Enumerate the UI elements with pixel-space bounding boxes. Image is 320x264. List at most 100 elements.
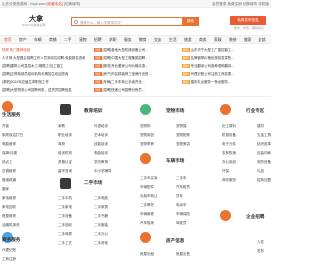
category-link[interactable]: 培训机构 [58, 151, 72, 156]
search-bar[interactable]: 搜索什么，输入关键词试试! 搜索 [71, 17, 199, 26]
nav-item[interactable]: 交友 [154, 38, 162, 43]
category-link[interactable]: 钟点工 [2, 160, 13, 165]
news-link[interactable]: [招聘]建筑公司急招木工/钢筋工/瓦工普工 [2, 63, 63, 70]
switch-city-link[interactable]: [切换城市] [64, 2, 80, 6]
section-title-trade[interactable]: 行业专区 [246, 108, 264, 114]
category-link[interactable]: 车辆维修 [140, 212, 154, 217]
category-link[interactable]: 二手家具 [94, 205, 108, 210]
category-link[interactable]: 电脑维修 [2, 142, 16, 147]
section-title-edu[interactable]: 教育培训 [84, 108, 102, 114]
category-link[interactable]: 空调维修 [2, 169, 16, 174]
section-title-life[interactable]: 生活服务 [2, 112, 20, 118]
nav-item[interactable]: 服务 [124, 38, 132, 43]
category-link[interactable]: 电脑培训 [94, 151, 108, 156]
category-link[interactable]: 包装印刷 [257, 151, 271, 156]
nav-item[interactable]: 教育 [139, 38, 147, 43]
news-link[interactable]: 顶置 [招聘]快递公司招聘分拣员... [94, 87, 180, 94]
section-title-corp[interactable]: 企业招聘 [246, 214, 264, 220]
category-link[interactable]: 电子元件 [222, 142, 236, 147]
category-link[interactable]: 家电回收 [2, 205, 16, 210]
news-link[interactable]: 顶置 [车辆]二手车转让手续齐全... [94, 79, 180, 86]
category-link[interactable]: 油烟机清洗 [2, 223, 20, 228]
category-link[interactable]: 环保 [222, 169, 229, 174]
news-link[interactable]: 推荐 婚庆礼仪服务一条龙服务... [182, 79, 268, 86]
category-link[interactable]: 礼品 [257, 169, 264, 174]
category-link[interactable]: 二手母婴 [58, 232, 72, 237]
category-link[interactable]: 工商注册 [2, 257, 16, 262]
nav-item[interactable]: 家政 [214, 38, 222, 43]
category-link[interactable]: 五金工具 [257, 133, 271, 138]
section-title-used[interactable]: 二手市场 [84, 180, 102, 186]
news-link[interactable]: 人才网:大型国企招聘工作人员多岗位招聘-免费报名咨询 [2, 55, 85, 62]
category-link[interactable]: 二手其他 [94, 241, 108, 246]
category-link[interactable]: 宠物猫 [176, 124, 187, 129]
section-title-biz[interactable]: 商务服务 [2, 237, 20, 243]
news-link[interactable]: 推荐 山东济宁大型工厂直招普工... [182, 47, 268, 54]
news-link[interactable]: [招聘]大型物流公司招聘司机、送货员招聘信息 [2, 87, 72, 94]
category-link[interactable]: 纺织皮革 [257, 142, 271, 147]
category-link[interactable]: 留学咨询 [58, 169, 72, 174]
category-link[interactable]: 搬家 [2, 187, 9, 192]
user-links[interactable]: 会员登录 免费注册 切换城市 手机版 [212, 2, 269, 7]
category-link[interactable]: 招商加盟 [257, 178, 271, 183]
nav-item[interactable]: 全部 [258, 38, 266, 43]
category-link[interactable]: 外语培训 [94, 124, 108, 129]
section-title-pet[interactable]: 宠物市场 [166, 108, 184, 114]
news-link[interactable]: 推荐 名牌钢琴价格优惠批发零售... [182, 55, 268, 62]
category-link[interactable]: 宠物用品 [140, 133, 154, 138]
nav-item[interactable]: 生活 [169, 38, 177, 43]
category-link[interactable]: 汽车租赁 [176, 185, 190, 190]
category-link[interactable]: 二手设备 [58, 214, 72, 219]
category-link[interactable]: 二手手机 [58, 196, 72, 201]
category-link[interactable]: 房屋出售 [176, 252, 190, 257]
category-link[interactable]: 汽车陪练 [140, 221, 154, 226]
category-link[interactable]: 二手回收 [58, 223, 72, 228]
nav-item[interactable]: 车辆 [34, 38, 42, 43]
category-link[interactable]: 艺术培训 [94, 133, 108, 138]
bookmark-link[interactable]: [收藏本站] [47, 2, 63, 6]
category-link[interactable]: 入驻 [257, 240, 264, 245]
publish-button[interactable]: 免费发布信息 [230, 16, 266, 25]
category-link[interactable]: 家教 [58, 124, 65, 129]
search-button[interactable]: 搜索 [182, 17, 199, 26]
nav-item[interactable]: 宠物 [79, 38, 87, 43]
news-link[interactable]: 顶置 [招聘]中国大型工程集团招聘... [94, 55, 180, 62]
category-link[interactable]: 二手工艺 [58, 241, 72, 246]
news-link[interactable]: 推荐 代理记账公司注册工商变更... [182, 71, 268, 78]
nav-item[interactable]: 装修 [229, 38, 237, 43]
nav-item[interactable]: 搬家 [244, 38, 252, 43]
category-link[interactable]: 电动车 [176, 203, 187, 208]
category-link[interactable]: 管道疏通 [2, 178, 16, 183]
category-link[interactable]: 职业培训 [58, 133, 72, 138]
publish-subtext[interactable]: 发布、修改、删除信息 [234, 26, 264, 30]
section-title-house[interactable]: 房产信息 [166, 238, 184, 244]
category-link[interactable]: 二手家电 [58, 205, 72, 210]
news-link[interactable]: 顶置 [房产]市区精装修三室两厅出售... [94, 71, 180, 78]
category-link[interactable]: 二手摩托 [140, 203, 154, 208]
category-link[interactable]: 安防设备 [257, 160, 271, 165]
news-link[interactable]: 推荐 专业翻译公司各种语种翻译... [182, 63, 268, 70]
nav-item[interactable]: 旅游 [184, 38, 192, 43]
search-input[interactable]: 搜索什么，输入关键词试试! [80, 20, 122, 25]
site-logo[interactable]: 大拿 DANA分类信息网 [22, 12, 50, 30]
news-link[interactable]: [招聘]正规驾驶员培训机构长期招生欢迎咨询 [2, 71, 68, 78]
category-link[interactable]: 化工原料 [222, 124, 236, 129]
category-link[interactable]: 农林牧渔 [222, 151, 236, 156]
category-link[interactable]: 二手书籍 [94, 214, 108, 219]
category-link[interactable]: 建材 [257, 124, 264, 129]
category-link[interactable]: 商务服务 [222, 178, 236, 183]
category-link[interactable]: 出租车转让 [140, 194, 158, 199]
category-link[interactable]: 开锁 [2, 124, 9, 129]
category-link[interactable]: 中小学辅导 [94, 169, 112, 174]
news-link[interactable]: [求职]2024年应届生求职找工作 [2, 79, 49, 86]
nav-item[interactable]: 房产 [19, 38, 27, 43]
category-link[interactable]: 宠物狗 [140, 124, 151, 129]
category-link[interactable]: 驾驶员 [176, 221, 187, 226]
category-link[interactable]: 机械设备 [222, 133, 236, 138]
category-link[interactable]: 代理记账 [2, 248, 16, 253]
category-link[interactable]: 二手车 [176, 176, 187, 181]
category-link[interactable]: 保姆/月嫂 [2, 151, 17, 156]
category-link[interactable]: 车辆配件 [140, 185, 154, 190]
category-link[interactable]: 宠物美容 [176, 142, 190, 147]
category-link[interactable]: 学历教育 [94, 160, 108, 165]
